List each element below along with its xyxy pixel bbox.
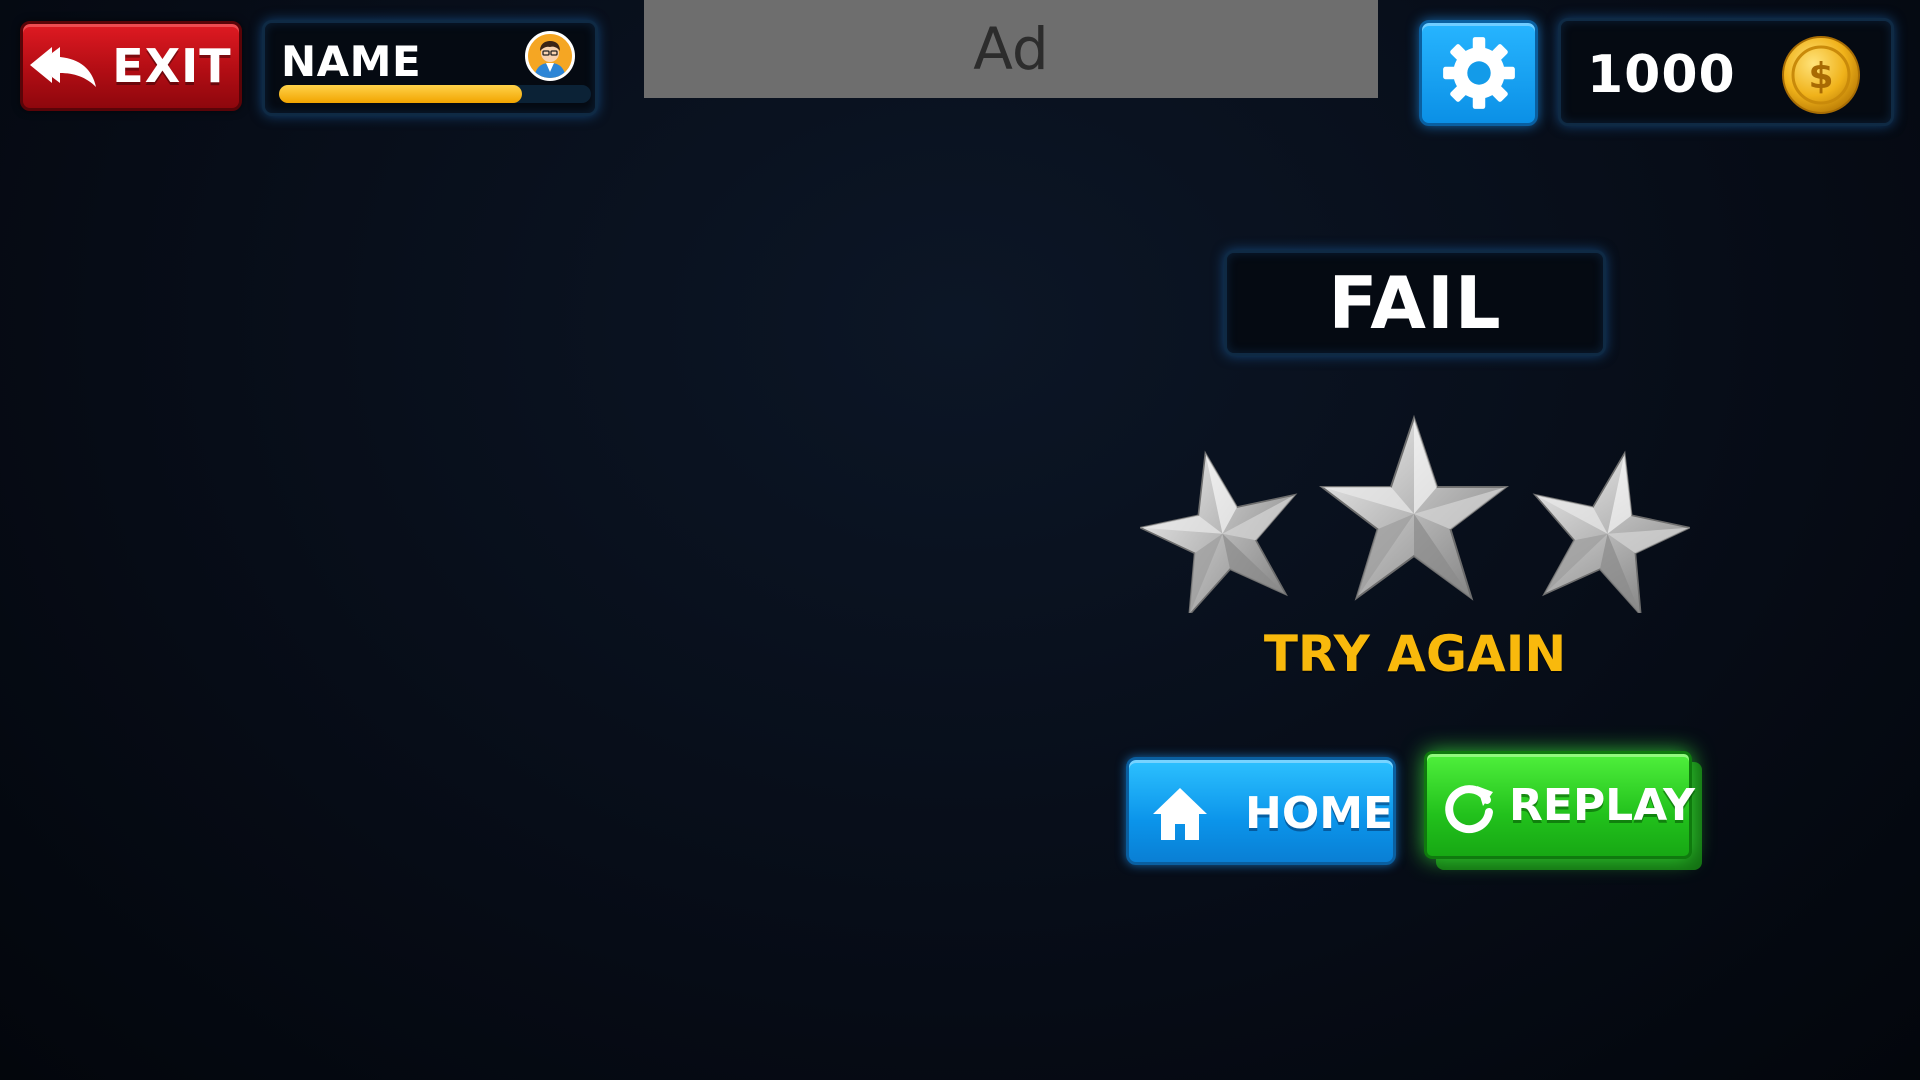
coin-panel: 1000 $ xyxy=(1558,18,1894,126)
refresh-icon xyxy=(1445,785,1493,834)
ad-label: Ad xyxy=(973,15,1049,83)
gear-icon xyxy=(1442,37,1515,109)
replay-label: REPLAY xyxy=(1509,780,1695,831)
silver-star-icon xyxy=(1140,450,1298,613)
result-message: TRY AGAIN xyxy=(1263,625,1567,683)
result-title-panel: FAIL xyxy=(1224,250,1606,356)
coin-count: 1000 xyxy=(1587,45,1736,105)
exit-button[interactable]: EXIT xyxy=(20,21,242,111)
player-panel: NAME xyxy=(262,20,598,116)
silver-star-icon xyxy=(1318,414,1510,601)
svg-text:$: $ xyxy=(1808,56,1833,97)
xp-progress-fill xyxy=(279,85,523,103)
xp-progress-bar xyxy=(279,85,591,103)
house-icon xyxy=(1153,788,1207,840)
ad-banner[interactable]: Ad xyxy=(644,0,1378,98)
home-button[interactable]: HOME xyxy=(1126,757,1396,865)
player-avatar-icon[interactable] xyxy=(525,31,575,81)
home-label: HOME xyxy=(1245,788,1394,839)
exit-label: EXIT xyxy=(112,39,232,93)
dollar-coin-icon: $ xyxy=(1782,36,1860,114)
replay-button[interactable]: REPLAY xyxy=(1424,751,1695,859)
result-title: FAIL xyxy=(1328,261,1502,345)
silver-star-icon xyxy=(1532,450,1690,613)
player-name: NAME xyxy=(281,37,422,86)
settings-button[interactable] xyxy=(1419,20,1538,126)
double-back-arrow-icon xyxy=(30,47,97,87)
